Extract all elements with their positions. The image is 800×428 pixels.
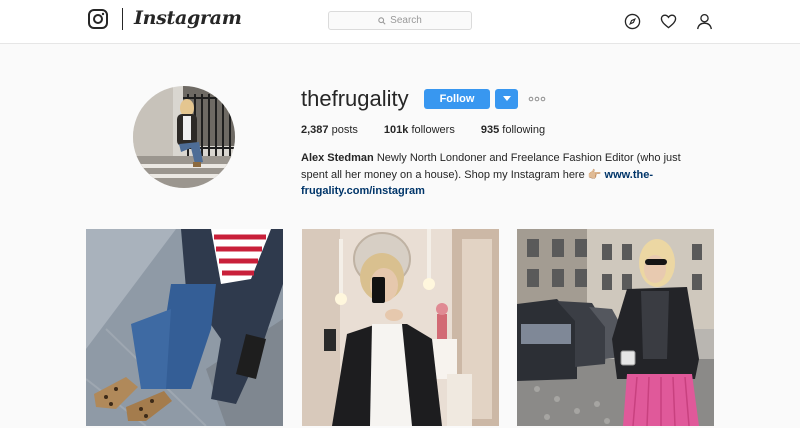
caret-down-icon xyxy=(502,96,511,101)
post-thumbnail[interactable] xyxy=(517,229,714,426)
suggestions-dropdown-button[interactable] xyxy=(495,89,518,109)
followers-count: 101k xyxy=(383,124,409,136)
bio-full-name: Alex Stedman xyxy=(301,152,374,164)
heart-icon[interactable] xyxy=(660,13,677,30)
search-input[interactable]: Search xyxy=(328,11,472,30)
post-thumbnail[interactable] xyxy=(86,229,283,426)
search-placeholder: Search xyxy=(390,15,422,26)
posts-stat: 2,387 posts xyxy=(301,124,358,136)
profile-bio: Alex Stedman Newly North Londoner and Fr… xyxy=(301,150,701,200)
following-stat[interactable]: 935 following xyxy=(481,124,545,136)
profile-username: thefrugality xyxy=(301,86,409,111)
pointing-emoji: 👉🏼 xyxy=(587,168,602,181)
following-count: 935 xyxy=(480,124,500,136)
followers-stat[interactable]: 101k followers xyxy=(384,124,455,136)
instagram-logo-icon[interactable] xyxy=(88,9,108,29)
post-thumbnail[interactable] xyxy=(302,229,499,426)
more-options-button[interactable] xyxy=(526,92,548,106)
instagram-wordmark[interactable]: Instagram xyxy=(134,7,242,29)
search-icon xyxy=(378,16,386,25)
posts-count: 2,387 xyxy=(301,124,329,136)
followers-label: followers xyxy=(411,124,455,136)
compass-icon[interactable] xyxy=(624,13,641,30)
profile-stats: 2,387 posts 101k followers 935 following xyxy=(301,124,545,136)
top-navigation-bar: Instagram Search xyxy=(0,0,800,44)
logo-divider xyxy=(122,8,123,30)
profile-avatar[interactable] xyxy=(133,86,235,188)
follow-button[interactable]: Follow xyxy=(424,89,490,109)
person-icon[interactable] xyxy=(696,13,713,30)
posts-label: posts xyxy=(331,124,358,136)
following-label: following xyxy=(502,124,546,136)
ellipsis-icon xyxy=(528,96,546,102)
